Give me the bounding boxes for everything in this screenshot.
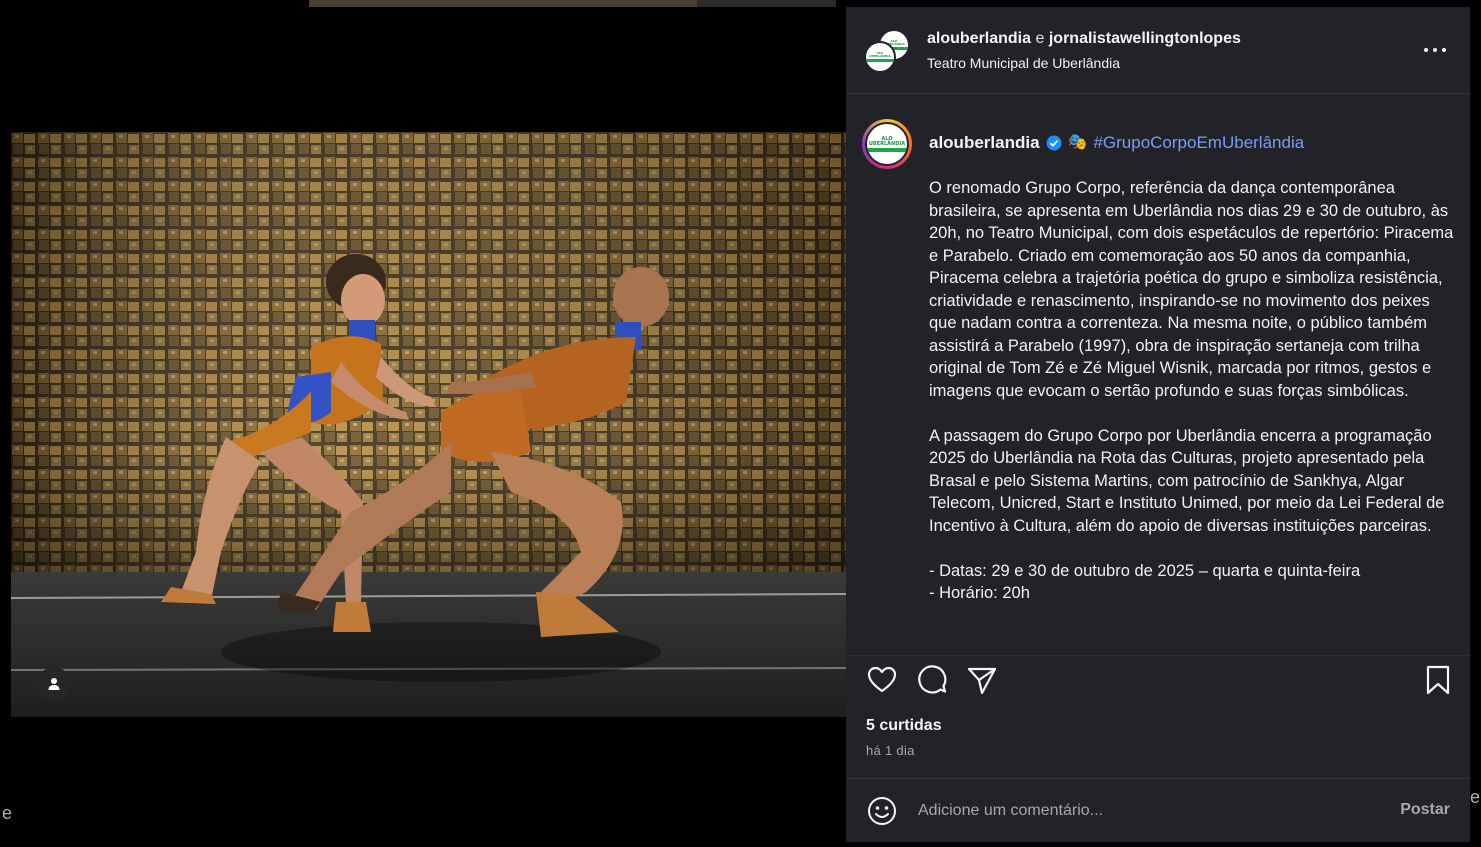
post-actions [846,655,1470,705]
likes-count[interactable]: 5 curtidas [866,717,942,735]
post-timestamp[interactable]: há 1 dia [866,743,915,758]
author-username-link[interactable]: alouberlandia [927,30,1031,47]
backdrop-strip [697,0,836,7]
comment-bar: Postar [846,778,1470,842]
location-link[interactable]: Teatro Municipal de Uberlândia [927,55,1120,71]
user-tag-icon [48,678,60,690]
bookmark-icon[interactable] [1422,664,1454,696]
theater-masks-emoji: 🎭 [1067,134,1088,151]
share-icon[interactable] [966,664,998,696]
caption-header: alouberlandia 🎭 #GrupoCorpoEmUberlândia [929,133,1304,153]
header-authors: alouberlandia e jornalistawellingtonlope… [927,30,1241,48]
post-header: ALO UBERLÂNDIA ALO UBERLÂNDIA alouberlan… [846,7,1470,94]
hashtag-link[interactable]: #GrupoCorpoEmUberlândia [1093,133,1304,153]
post-media[interactable] [11,132,846,717]
tag-user-button[interactable] [37,667,71,701]
caption-section: ALO UBERLÂNDIA alouberlandia 🎭 #GrupoCor… [846,95,1470,643]
backdrop-strip [309,0,697,7]
author-avatar[interactable]: ALO UBERLÂNDIA [864,41,896,73]
backdrop-edge-text: e [1470,787,1481,807]
emoji-icon[interactable] [866,795,898,827]
backdrop-edge-text: e [2,803,13,823]
coauthor-username-link[interactable]: jornalistawellingtonlopes [1049,30,1241,47]
heart-icon[interactable] [866,664,898,696]
more-horizontal-icon [1424,48,1428,52]
post-details-panel: ALO UBERLÂNDIA ALO UBERLÂNDIA alouberlan… [846,7,1470,842]
post-comment-button[interactable]: Postar [1400,801,1450,819]
caption-avatar[interactable]: ALO UBERLÂNDIA [862,119,912,169]
caption-username-link[interactable]: alouberlandia [929,133,1040,153]
alo-uberlandia-logo: ALO UBERLÂNDIA [867,135,907,152]
comment-icon[interactable] [916,664,948,696]
caption-body: O renomado Grupo Corpo, referência da da… [929,179,1454,602]
more-options-button[interactable] [1424,41,1446,59]
coauthor-avatars[interactable]: ALO UBERLÂNDIA ALO UBERLÂNDIA [864,29,910,73]
alo-uberlandia-logo: ALO UBERLÂNDIA [866,52,894,62]
logo-text: ALO UBERLÂNDIA [869,51,891,58]
comment-input[interactable] [916,797,1366,825]
verified-badge-icon [1046,135,1062,151]
author-separator: e [1035,30,1045,47]
logo-text: ALO UBERLÂNDIA [868,135,906,147]
post-photo [11,132,846,717]
